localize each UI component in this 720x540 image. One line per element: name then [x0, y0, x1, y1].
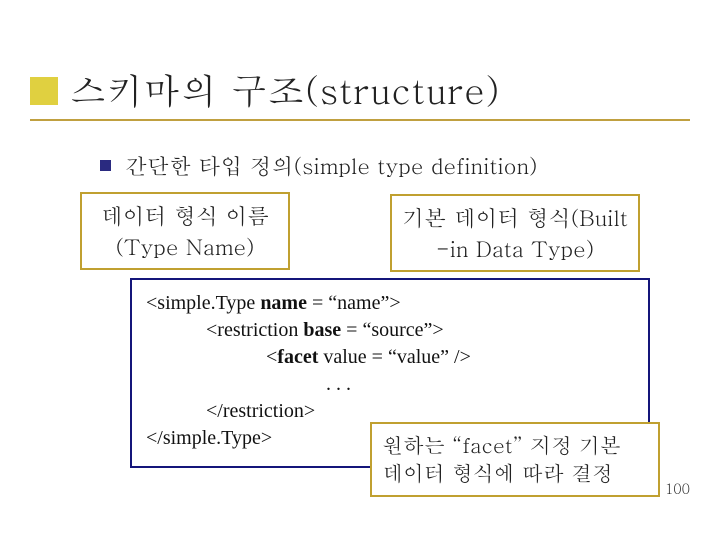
- code-line: <simple.Type name = “name”>: [146, 290, 634, 317]
- code-line: <facet value = “value” />: [146, 344, 634, 371]
- code-line: <restriction base = “source”>: [146, 317, 634, 344]
- slide-title: 스키마의 구조(structure): [70, 64, 500, 119]
- slide-title-bar: 스키마의 구조(structure): [30, 64, 690, 121]
- title-bullet-icon: [30, 77, 58, 105]
- square-bullet-icon: [100, 160, 111, 171]
- callout-builtin-type: 기본 데이터 형식(Built -in Data Type): [390, 194, 640, 272]
- callout-facet: 원하는 “facet” 지정 기본 데이터 형식에 따라 결정: [370, 422, 660, 497]
- bullet-item: 간단한 타입 정의(simple type definition): [100, 150, 537, 181]
- callout-line: (Type Name): [92, 231, 278, 262]
- bullet-text: 간단한 타입 정의(simple type definition): [125, 150, 537, 181]
- callout-line: -in Data Type): [402, 233, 628, 264]
- page-number: 100: [665, 478, 690, 498]
- callout-type-name: 데이터 형식 이름 (Type Name): [80, 192, 290, 270]
- callout-line: 데이터 형식 이름: [92, 200, 278, 231]
- callout-line: 원하는 “facet” 지정 기본: [382, 430, 648, 458]
- code-line: . . .: [146, 371, 634, 398]
- code-line: </restriction>: [146, 398, 634, 425]
- callout-line: 데이터 형식에 따라 결정: [382, 458, 648, 486]
- callout-line: 기본 데이터 형식(Built: [402, 202, 628, 233]
